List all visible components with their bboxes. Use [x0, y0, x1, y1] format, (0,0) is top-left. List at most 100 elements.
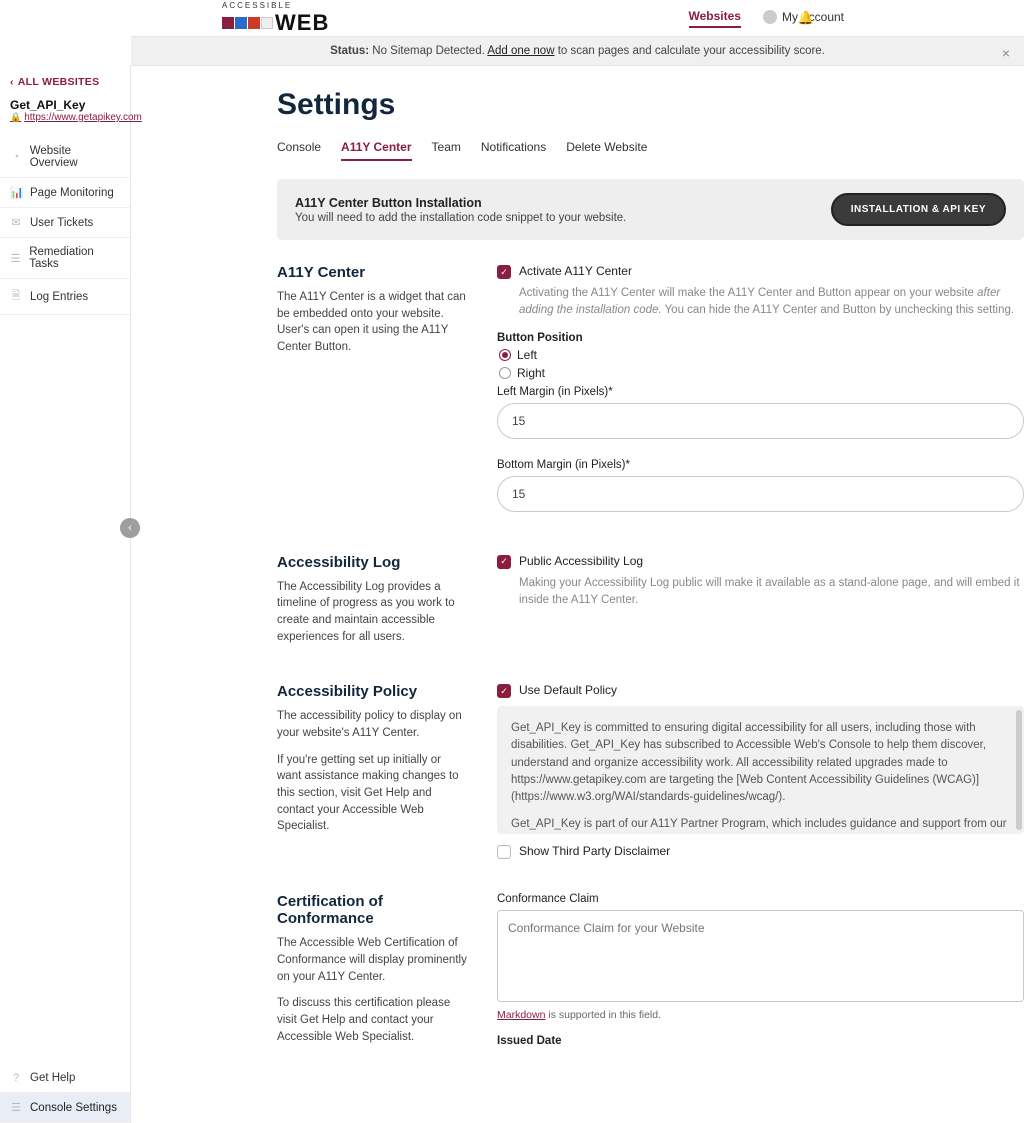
brand-small-text: ACCESSIBLE	[222, 1, 329, 10]
radio-left-label: Left	[517, 348, 537, 362]
sidebar-item-help[interactable]: ? Get Help	[0, 1064, 130, 1093]
sidebar-item-label: Page Monitoring	[30, 187, 114, 199]
install-banner: A11Y Center Button Installation You will…	[277, 179, 1024, 240]
issued-date-label: Issued Date	[497, 1035, 1024, 1047]
public-log-help: Making your Accessibility Log public wil…	[519, 575, 1024, 610]
tab-notifications[interactable]: Notifications	[481, 140, 546, 161]
nav-websites[interactable]: Websites	[689, 9, 741, 28]
notifications-bell-icon[interactable]: 🔔	[798, 10, 814, 26]
page-title: Settings	[277, 88, 1024, 122]
markdown-note-text: is supported in this field.	[545, 1009, 661, 1021]
policy-text-2: Get_API_Key is part of our A11Y Partner …	[511, 816, 1010, 834]
activate-a11y-label: Activate A11Y Center	[519, 264, 632, 278]
sidebar-item-label: Log Entries	[30, 291, 88, 303]
public-log-checkbox[interactable]: ✓	[497, 555, 511, 569]
avatar-icon	[763, 10, 777, 24]
section-description: The Accessible Web Certification of Conf…	[277, 935, 467, 985]
sidebar-collapse-button[interactable]: ‹	[120, 518, 140, 538]
conformance-claim-textarea[interactable]	[497, 910, 1024, 1002]
radio-left[interactable]: Left	[499, 348, 1024, 362]
help-icon: ?	[10, 1072, 22, 1084]
sidebar-item-logs[interactable]: 🗎Log Entries	[0, 279, 130, 315]
sidebar-item-label: User Tickets	[30, 217, 93, 229]
sidebar-back-label: ALL WEBSITES	[18, 76, 100, 88]
brand-main-text: WEB	[275, 10, 329, 36]
section-heading: Accessibility Policy	[277, 683, 467, 700]
settings-icon: ☰	[10, 1101, 22, 1114]
conformance-claim-label: Conformance Claim	[497, 893, 1024, 905]
section-description: The Accessibility Log provides a timelin…	[277, 579, 467, 646]
section-accessibility-policy: Accessibility Policy The accessibility p…	[277, 683, 1024, 865]
chevron-left-icon: ‹	[10, 76, 14, 88]
lock-icon: 🔒	[10, 112, 21, 123]
use-default-policy-label: Use Default Policy	[519, 683, 617, 697]
installation-api-key-button[interactable]: INSTALLATION & API KEY	[831, 193, 1006, 226]
button-position-label: Button Position	[497, 332, 1024, 344]
section-description: The A11Y Center is a widget that can be …	[277, 289, 467, 356]
status-close-icon[interactable]: ×	[1002, 45, 1010, 61]
section-certification: Certification of Conformance The Accessi…	[277, 893, 1024, 1055]
radio-icon	[499, 367, 511, 379]
sidebar-item-label: Remediation Tasks	[29, 246, 120, 270]
show-disclaimer-checkbox[interactable]: ✓	[497, 845, 511, 859]
status-label: Status:	[330, 45, 369, 57]
section-description: If you're getting set up initially or wa…	[277, 752, 467, 835]
ticket-icon: ✉	[10, 216, 22, 229]
sidebar-site-url-text: https://www.getapikey.com	[24, 112, 142, 123]
section-heading: Certification of Conformance	[277, 893, 467, 927]
sidebar-item-console-settings[interactable]: ☰ Console Settings	[0, 1093, 130, 1123]
markdown-link[interactable]: Markdown	[497, 1009, 545, 1021]
sidebar-item-remediation[interactable]: ☰ Remediation Tasks	[0, 238, 130, 279]
section-description: The accessibility policy to display on y…	[277, 708, 467, 741]
public-log-label: Public Accessibility Log	[519, 554, 643, 568]
section-accessibility-log: Accessibility Log The Accessibility Log …	[277, 554, 1024, 656]
main-content: Settings Console A11Y Center Team Notifi…	[131, 66, 1024, 1123]
install-banner-title: A11Y Center Button Installation	[295, 196, 626, 210]
section-heading: A11Y Center	[277, 264, 467, 281]
bottom-margin-input[interactable]	[497, 476, 1024, 512]
tab-console[interactable]: Console	[277, 140, 321, 161]
left-margin-input[interactable]	[497, 403, 1024, 439]
radio-right-label: Right	[517, 366, 545, 380]
sidebar-back-link[interactable]: ‹ ALL WEBSITES	[10, 76, 120, 88]
topbar: ACCESSIBLE WEB Websites My Account 🔔	[0, 0, 1024, 36]
sidebar-site-url[interactable]: 🔒 https://www.getapikey.com	[10, 112, 120, 123]
install-banner-subtitle: You will need to add the installation co…	[295, 212, 626, 224]
section-heading: Accessibility Log	[277, 554, 467, 571]
section-description: To discuss this certification please vis…	[277, 995, 467, 1045]
scrollbar[interactable]	[1016, 710, 1022, 830]
status-text-2: to scan pages and calculate your accessi…	[555, 45, 825, 57]
activate-a11y-help: Activating the A11Y Center will make the…	[519, 285, 1024, 320]
radio-right[interactable]: Right	[499, 366, 1024, 380]
brand-badge	[222, 17, 273, 29]
policy-text-1: Get_API_Key is committed to ensuring dig…	[511, 720, 1010, 806]
activate-a11y-checkbox[interactable]: ✓	[497, 265, 511, 279]
tab-delete-website[interactable]: Delete Website	[566, 140, 647, 161]
policy-textarea[interactable]: Get_API_Key is committed to ensuring dig…	[497, 706, 1024, 834]
status-text-1: No Sitemap Detected.	[369, 45, 487, 57]
sidebar-item-overview[interactable]: ◔Website Overview	[0, 137, 130, 178]
help-text-part: Activating the A11Y Center will make the…	[519, 287, 977, 299]
use-default-policy-checkbox[interactable]: ✓	[497, 684, 511, 698]
section-a11y-center: A11Y Center The A11Y Center is a widget …	[277, 264, 1024, 526]
chart-icon: 📊	[10, 186, 22, 199]
radio-icon	[499, 349, 511, 361]
top-nav: Websites My Account	[689, 9, 845, 28]
status-bar: Status: No Sitemap Detected. Add one now…	[131, 36, 1024, 66]
settings-tabs: Console A11Y Center Team Notifications D…	[277, 140, 1024, 161]
tab-team[interactable]: Team	[432, 140, 461, 161]
sidebar-item-monitoring[interactable]: 📊 Page Monitoring	[0, 178, 130, 208]
sidebar-item-label: Get Help	[30, 1072, 75, 1084]
list-icon: ☰	[10, 252, 21, 265]
sidebar-item-tickets[interactable]: ✉ User Tickets	[0, 208, 130, 238]
help-text-part: You can hide the A11Y Center and Button …	[662, 304, 1015, 316]
sidebar-site-name: Get_API_Key	[10, 98, 120, 112]
chevron-left-icon: ‹	[128, 522, 132, 534]
markdown-note: Markdown is supported in this field.	[497, 1009, 1024, 1021]
tab-a11y-center[interactable]: A11Y Center	[341, 140, 411, 161]
sidebar-item-label: Console Settings	[30, 1102, 117, 1114]
sidebar-item-label: Website Overview	[30, 145, 120, 169]
status-add-sitemap-link[interactable]: Add one now	[487, 45, 554, 57]
left-margin-label: Left Margin (in Pixels)*	[497, 386, 1024, 398]
brand-logo[interactable]: ACCESSIBLE WEB	[222, 1, 329, 36]
